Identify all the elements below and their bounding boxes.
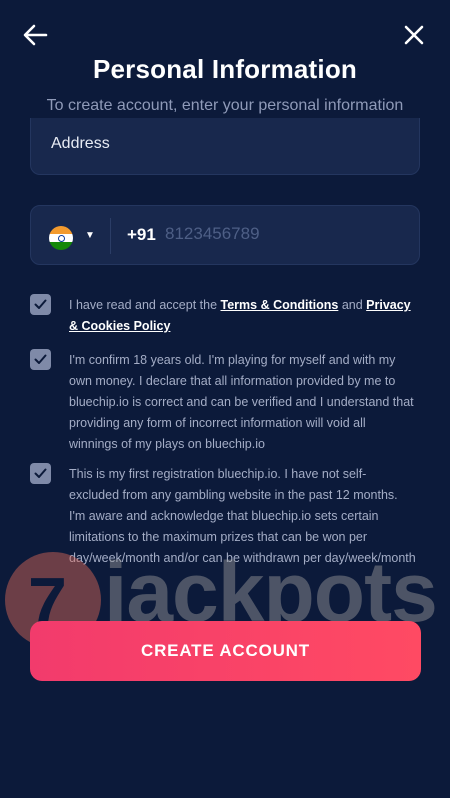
close-icon: [404, 25, 424, 45]
check-icon: [34, 354, 47, 364]
close-button[interactable]: [394, 15, 434, 55]
check-icon: [34, 299, 47, 309]
consent-terms-text: I have read and accept the Terms & Condi…: [69, 295, 416, 337]
consent-registration-text: This is my first registration bluechip.i…: [69, 467, 416, 565]
address-input[interactable]: [49, 134, 403, 154]
phone-input[interactable]: [163, 223, 387, 245]
caret-down-icon[interactable]: ▼: [85, 230, 95, 241]
consent-age-text: I'm confirm 18 years old. I'm playing fo…: [69, 353, 414, 451]
consent-age-checkbox[interactable]: [30, 349, 51, 370]
address-field-container: [30, 118, 420, 175]
consent-terms-prefix: I have read and accept the: [69, 298, 221, 312]
consent-registration-row: This is my first registration bluechip.i…: [30, 463, 420, 585]
create-account-label: CREATE ACCOUNT: [141, 641, 310, 660]
create-account-button[interactable]: CREATE ACCOUNT: [30, 621, 421, 681]
page-subtitle: To create account, enter your personal i…: [46, 97, 404, 114]
back-button[interactable]: [15, 15, 55, 55]
dial-code: +91: [127, 225, 156, 244]
india-flag-icon[interactable]: [49, 226, 73, 250]
check-icon: [34, 468, 47, 478]
terms-link[interactable]: Terms & Conditions: [221, 298, 339, 312]
consent-age-row: I'm confirm 18 years old. I'm playing fo…: [30, 349, 420, 451]
consent-registration-checkbox[interactable]: [30, 463, 51, 484]
arrow-left-icon: [23, 24, 48, 46]
phone-field-container: ▼ +91: [30, 205, 420, 265]
page-title: Personal Information: [92, 54, 358, 84]
phone-divider: [110, 218, 111, 254]
consent-terms-row: I have read and accept the Terms & Condi…: [30, 294, 420, 338]
consent-terms-and: and: [338, 298, 367, 312]
consent-terms-checkbox[interactable]: [30, 294, 51, 315]
